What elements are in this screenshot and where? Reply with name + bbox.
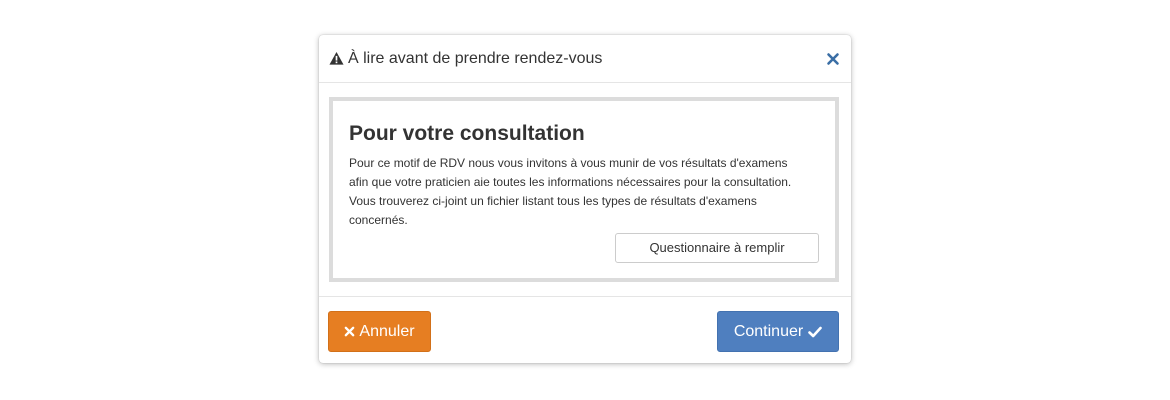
description-line: Pour ce motif de RDV nous vous invitons … [349, 156, 788, 170]
appointment-warning-dialog: À lire avant de prendre rendez-vous Pour… [319, 35, 851, 363]
dialog-footer: Annuler Continuer [319, 296, 851, 363]
consultation-heading: Pour votre consultation [349, 122, 585, 145]
check-icon [808, 326, 822, 338]
cancel-button[interactable]: Annuler [328, 311, 431, 352]
description-line: afin que votre praticien aie toutes les … [349, 175, 792, 189]
consultation-panel: Pour votre consultation Pour ce motif de… [329, 97, 839, 282]
cancel-button-label: Annuler [359, 322, 415, 340]
dialog-title: À lire avant de prendre rendez-vous [348, 50, 603, 67]
continue-button-label: Continuer [733, 322, 804, 340]
description-line: Vous trouverez ci-joint un fichier lista… [349, 194, 757, 208]
description-line: concernés. [349, 213, 408, 227]
questionnaire-button[interactable]: Questionnaire à remplir [615, 233, 819, 263]
times-icon [344, 326, 355, 337]
warning-triangle-icon [329, 51, 344, 66]
close-icon[interactable] [825, 51, 841, 67]
consultation-description: Pour ce motif de RDV nous vous invitons … [349, 154, 825, 230]
dialog-header: À lire avant de prendre rendez-vous [319, 35, 851, 83]
continue-button[interactable]: Continuer [717, 311, 839, 352]
